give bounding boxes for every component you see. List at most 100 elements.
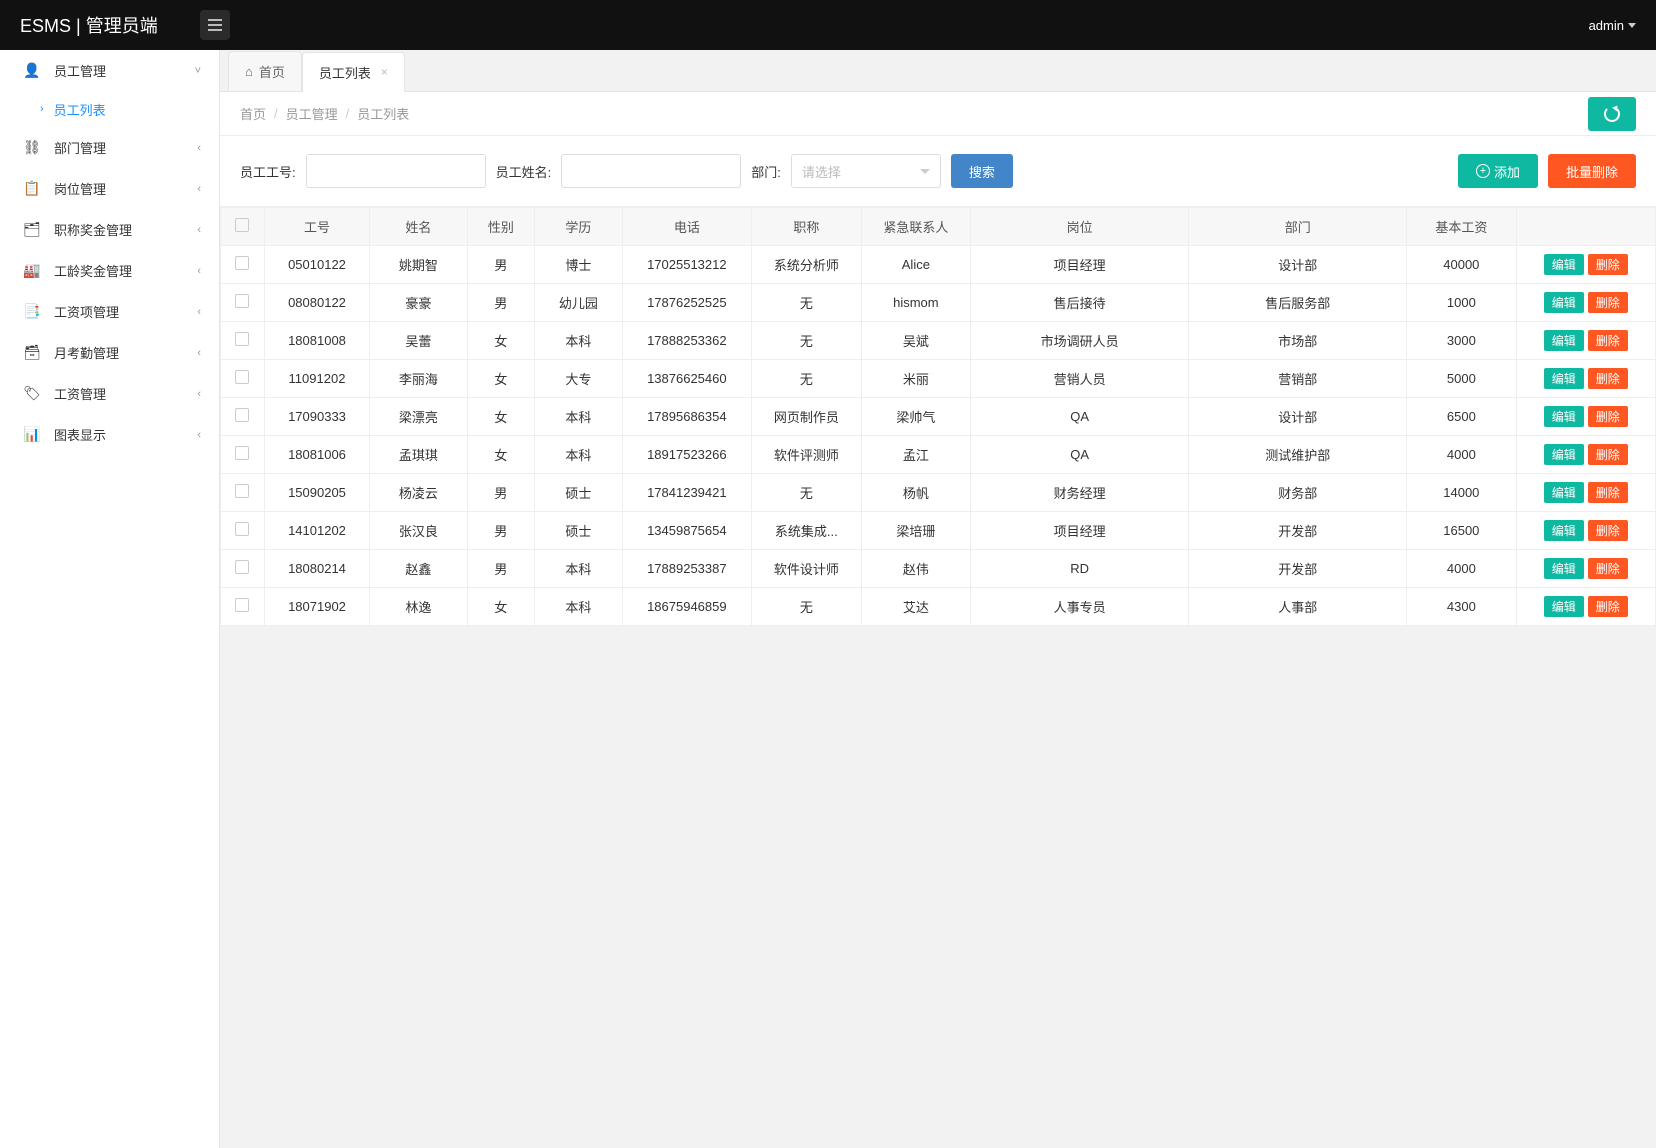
cell: 17895686354 — [622, 398, 751, 436]
edit-button[interactable]: 编辑 — [1544, 406, 1584, 427]
table-row: 11091202李丽海女大专13876625460无米丽营销人员营销部5000编… — [221, 360, 1656, 398]
cell: 人事部 — [1189, 588, 1407, 626]
cell: 女 — [467, 360, 535, 398]
refresh-button[interactable] — [1588, 97, 1636, 131]
delete-button[interactable]: 删除 — [1588, 254, 1628, 275]
crumb-menu[interactable]: 员工管理 — [286, 104, 338, 123]
breadcrumb: 首页 / 员工管理 / 员工列表 — [220, 92, 1656, 136]
edit-button[interactable]: 编辑 — [1544, 330, 1584, 351]
cell: 13459875654 — [622, 512, 751, 550]
cell: 人事专员 — [971, 588, 1189, 626]
cell: 软件评测师 — [752, 436, 862, 474]
add-button[interactable]: + 添加 — [1458, 154, 1538, 188]
row-checkbox[interactable] — [235, 522, 249, 536]
select-all-checkbox[interactable] — [235, 218, 249, 232]
menu-icon: 📊 — [22, 427, 42, 443]
delete-button[interactable]: 删除 — [1588, 482, 1628, 503]
sidebar-item-0[interactable]: 👤员工管理˅ — [0, 50, 219, 91]
cell: 测试维护部 — [1189, 436, 1407, 474]
sidebar-toggle-button[interactable] — [200, 10, 230, 40]
col-header-7: 紧急联系人 — [861, 208, 971, 246]
cell: 林逸 — [370, 588, 467, 626]
col-header-9: 部门 — [1189, 208, 1407, 246]
sidebar-item-1[interactable]: ⛓部门管理‹ — [0, 127, 219, 168]
edit-button[interactable]: 编辑 — [1544, 254, 1584, 275]
row-checkbox[interactable] — [235, 256, 249, 270]
filter-name-input[interactable] — [561, 154, 741, 188]
col-header-10: 基本工资 — [1407, 208, 1516, 246]
bulk-delete-button[interactable]: 批量删除 — [1548, 154, 1636, 188]
row-checkbox[interactable] — [235, 560, 249, 574]
cell: 40000 — [1407, 246, 1516, 284]
sidebar-item-8[interactable]: 📊图表显示‹ — [0, 414, 219, 455]
filter-dept-label: 部门: — [751, 162, 781, 181]
sidebar-item-5[interactable]: 📑工资项管理‹ — [0, 291, 219, 332]
edit-button[interactable]: 编辑 — [1544, 482, 1584, 503]
cell: 张汉良 — [370, 512, 467, 550]
tab-1[interactable]: 员工列表× — [302, 52, 405, 92]
sidebar-item-2[interactable]: 📋岗位管理‹ — [0, 168, 219, 209]
table-row: 05010122姚期智男博士17025513212系统分析师Alice项目经理设… — [221, 246, 1656, 284]
chevron-left-icon: ‹ — [197, 429, 201, 441]
delete-button[interactable]: 删除 — [1588, 558, 1628, 579]
row-checkbox[interactable] — [235, 484, 249, 498]
row-checkbox[interactable] — [235, 446, 249, 460]
edit-button[interactable]: 编辑 — [1544, 368, 1584, 389]
cell: 13876625460 — [622, 360, 751, 398]
close-icon[interactable]: × — [381, 65, 388, 79]
cell: 无 — [752, 474, 862, 512]
delete-button[interactable]: 删除 — [1588, 368, 1628, 389]
edit-button[interactable]: 编辑 — [1544, 292, 1584, 313]
edit-button[interactable]: 编辑 — [1544, 520, 1584, 541]
delete-button[interactable]: 删除 — [1588, 520, 1628, 541]
chevron-down-icon — [920, 169, 930, 174]
sidebar: 👤员工管理˅›员工列表⛓部门管理‹📋岗位管理‹🗂职称奖金管理‹🏭工龄奖金管理‹📑… — [0, 50, 220, 1148]
cell: 本科 — [535, 398, 622, 436]
user-menu-button[interactable]: admin — [1589, 18, 1636, 33]
tab-0[interactable]: ⌂首页 — [228, 51, 302, 91]
cell: 李丽海 — [370, 360, 467, 398]
row-checkbox[interactable] — [235, 332, 249, 346]
row-checkbox[interactable] — [235, 598, 249, 612]
filter-id-label: 员工工号: — [240, 162, 296, 181]
delete-button[interactable]: 删除 — [1588, 444, 1628, 465]
cell: 17841239421 — [622, 474, 751, 512]
filter-dept-select[interactable]: 请选择 — [791, 154, 941, 188]
delete-button[interactable]: 删除 — [1588, 596, 1628, 617]
row-checkbox[interactable] — [235, 294, 249, 308]
cell: 男 — [467, 284, 535, 322]
cell: 无 — [752, 588, 862, 626]
cell: 项目经理 — [971, 246, 1189, 284]
delete-button[interactable]: 删除 — [1588, 330, 1628, 351]
row-checkbox[interactable] — [235, 408, 249, 422]
cell: 女 — [467, 588, 535, 626]
sidebar-item-6[interactable]: 🗃月考勤管理‹ — [0, 332, 219, 373]
crumb-home[interactable]: 首页 — [240, 104, 266, 123]
edit-button[interactable]: 编辑 — [1544, 558, 1584, 579]
filter-id-input[interactable] — [306, 154, 486, 188]
table-row: 14101202张汉良男硕士13459875654系统集成...梁培珊项目经理开… — [221, 512, 1656, 550]
cell: QA — [971, 398, 1189, 436]
col-header-0 — [221, 208, 265, 246]
menu-icon: 🏷 — [22, 386, 42, 402]
sidebar-subitem-employee-list[interactable]: ›员工列表 — [0, 91, 219, 127]
cell: 无 — [752, 284, 862, 322]
menu-icon: 📋 — [22, 181, 42, 197]
table-row: 18081006孟琪琪女本科18917523266软件评测师孟江QA测试维护部4… — [221, 436, 1656, 474]
sidebar-item-7[interactable]: 🏷工资管理‹ — [0, 373, 219, 414]
edit-button[interactable]: 编辑 — [1544, 444, 1584, 465]
tab-bar: ⌂首页员工列表× — [220, 50, 1656, 92]
edit-button[interactable]: 编辑 — [1544, 596, 1584, 617]
delete-button[interactable]: 删除 — [1588, 406, 1628, 427]
menu-icon: 🏭 — [22, 263, 42, 279]
delete-button[interactable]: 删除 — [1588, 292, 1628, 313]
cell: 硕士 — [535, 474, 622, 512]
cell: 米丽 — [861, 360, 971, 398]
search-button[interactable]: 搜索 — [951, 154, 1013, 188]
row-checkbox[interactable] — [235, 370, 249, 384]
sidebar-item-4[interactable]: 🏭工龄奖金管理‹ — [0, 250, 219, 291]
sidebar-item-3[interactable]: 🗂职称奖金管理‹ — [0, 209, 219, 250]
cell: 杨凌云 — [370, 474, 467, 512]
table-row: 18071902林逸女本科18675946859无艾达人事专员人事部4300编辑… — [221, 588, 1656, 626]
cell: 05010122 — [264, 246, 369, 284]
